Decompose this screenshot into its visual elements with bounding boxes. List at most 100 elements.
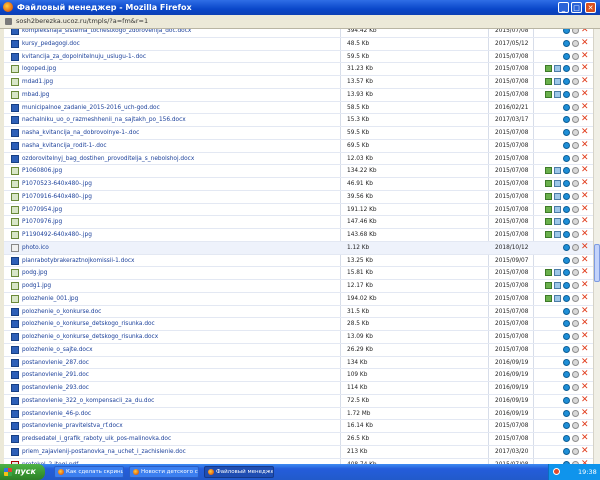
- info-icon[interactable]: [572, 103, 579, 111]
- delete-icon[interactable]: ✕: [581, 357, 589, 366]
- file-row[interactable]: P1070916-640x480-.jpg 39.56 Kb 2015/07/08 ✕: [4, 191, 593, 204]
- info-icon[interactable]: [572, 141, 579, 149]
- file-row[interactable]: polozhenie_001.jpg 194.02 Kb 2015/07/08 ✕: [4, 293, 593, 306]
- view-icon[interactable]: [563, 65, 570, 73]
- image-thumb-icon[interactable]: [554, 282, 561, 289]
- file-name-link[interactable]: postanovlenie_291.doc: [22, 371, 89, 380]
- info-icon[interactable]: [572, 29, 579, 34]
- delete-icon[interactable]: ✕: [581, 217, 589, 226]
- info-icon[interactable]: [572, 269, 579, 277]
- start-button[interactable]: пуск: [0, 464, 45, 480]
- file-row[interactable]: kursy_pedagogi.doc 48.5 Kb 2017/05/12 ✕: [4, 38, 593, 51]
- file-name-link[interactable]: postanovlenie_322_o_kompensacii_za_du.do…: [22, 397, 154, 406]
- image-thumb-icon[interactable]: [554, 167, 561, 175]
- image-thumb-icon[interactable]: [554, 231, 561, 238]
- info-icon[interactable]: [572, 307, 579, 315]
- file-name-link[interactable]: P1070523-640x480-.jpg: [22, 180, 92, 189]
- file-name-link[interactable]: polozhenie_o_sajte.docx: [22, 346, 93, 355]
- info-icon[interactable]: [572, 256, 579, 264]
- file-row[interactable]: postanovlenie_287.doc 134 Kb 2016/09/19 ✕: [4, 357, 593, 370]
- file-row[interactable]: ozdorovitelnyj_bag_dostihen_provoditelja…: [4, 153, 593, 166]
- info-icon[interactable]: [572, 218, 579, 226]
- info-icon[interactable]: [572, 422, 579, 430]
- image-resize-icon[interactable]: [545, 78, 552, 85]
- view-icon[interactable]: [563, 154, 570, 162]
- info-icon[interactable]: [572, 294, 579, 302]
- image-thumb-icon[interactable]: [554, 90, 561, 98]
- view-icon[interactable]: [563, 294, 570, 302]
- info-icon[interactable]: [572, 180, 579, 187]
- file-name-link[interactable]: ozdorovitelnyj_bag_dostihen_provoditelja…: [22, 155, 194, 164]
- delete-icon[interactable]: ✕: [581, 370, 589, 379]
- view-icon[interactable]: [563, 396, 570, 404]
- info-icon[interactable]: [572, 345, 579, 353]
- delete-icon[interactable]: ✕: [581, 128, 589, 137]
- info-icon[interactable]: [572, 320, 579, 328]
- view-icon[interactable]: [563, 141, 570, 149]
- delete-icon[interactable]: ✕: [581, 153, 589, 162]
- delete-icon[interactable]: ✕: [581, 408, 589, 417]
- file-row[interactable]: P1190492-640x480-.jpg 143.68 Kb 2015/07/08…: [4, 229, 593, 242]
- file-row[interactable]: postanovlenie_46-p.doc 1.72 Mb 2016/09/19 ✕: [4, 408, 593, 421]
- info-icon[interactable]: [572, 65, 579, 73]
- image-resize-icon[interactable]: [545, 192, 552, 200]
- delete-icon[interactable]: ✕: [581, 306, 589, 315]
- info-icon[interactable]: [572, 167, 579, 175]
- file-row[interactable]: logoped.jpg 31.23 Kb 2015/07/08 ✕: [4, 63, 593, 76]
- info-icon[interactable]: [572, 90, 579, 98]
- info-icon[interactable]: [572, 129, 579, 136]
- file-name-link[interactable]: podg1.jpg: [22, 282, 51, 291]
- file-row[interactable]: polozhenie_o_konkurse_detskogo_risunka.d…: [4, 331, 593, 344]
- view-icon[interactable]: [563, 307, 570, 315]
- info-icon[interactable]: [572, 396, 579, 404]
- file-row[interactable]: nasha_kvitancija_na_dobrovolnye-1-.doc 59…: [4, 127, 593, 140]
- image-resize-icon[interactable]: [545, 167, 552, 175]
- delete-icon[interactable]: ✕: [581, 179, 589, 188]
- file-row[interactable]: predsedatel_i_grafik_raboty_uik_pos-mali…: [4, 433, 593, 446]
- view-icon[interactable]: [563, 129, 570, 136]
- view-icon[interactable]: [563, 52, 570, 60]
- file-row[interactable]: P1060806.jpg 134.22 Kb 2015/07/08 ✕: [4, 165, 593, 178]
- delete-icon[interactable]: ✕: [581, 344, 589, 353]
- file-row[interactable]: P1070523-640x480-.jpg 46.91 Kb 2015/07/08 ✕: [4, 178, 593, 191]
- file-row[interactable]: priem_zajavlenij-postanovka_na_uchet_i_z…: [4, 446, 593, 459]
- file-name-link[interactable]: P1070976.jpg: [22, 218, 62, 227]
- file-name-link[interactable]: nachalniku_uo_o_razmeshhenii_na_sajtakh_…: [22, 116, 186, 125]
- delete-icon[interactable]: ✕: [581, 140, 589, 149]
- info-icon[interactable]: [572, 192, 579, 200]
- info-icon[interactable]: [572, 282, 579, 289]
- view-icon[interactable]: [563, 358, 570, 366]
- delete-icon[interactable]: ✕: [581, 332, 589, 341]
- delete-icon[interactable]: ✕: [581, 255, 589, 264]
- info-icon[interactable]: [572, 358, 579, 366]
- file-name-link[interactable]: polozhenie_o_konkurse_detskogo_risunka.d…: [22, 320, 155, 329]
- file-row[interactable]: polozhenie_o_konkurse_detskogo_risunka.d…: [4, 318, 593, 331]
- view-icon[interactable]: [563, 384, 570, 391]
- delete-icon[interactable]: ✕: [581, 29, 589, 35]
- view-icon[interactable]: [563, 409, 570, 417]
- delete-icon[interactable]: ✕: [581, 421, 589, 430]
- file-name-link[interactable]: P1070916-640x480-.jpg: [22, 193, 92, 202]
- delete-icon[interactable]: ✕: [581, 319, 589, 328]
- file-name-link[interactable]: postanovlenie_293.doc: [22, 384, 89, 393]
- delete-icon[interactable]: ✕: [581, 230, 589, 239]
- image-resize-icon[interactable]: [545, 205, 552, 213]
- antivirus-tray-icon[interactable]: [553, 468, 560, 475]
- image-resize-icon[interactable]: [545, 65, 552, 73]
- image-resize-icon[interactable]: [545, 231, 552, 238]
- file-name-link[interactable]: predsedatel_i_grafik_raboty_uik_pos-mali…: [22, 435, 171, 444]
- image-thumb-icon[interactable]: [554, 218, 561, 226]
- file-row[interactable]: postanovlenie_291.doc 109 Kb 2016/09/19 ✕: [4, 369, 593, 382]
- image-resize-icon[interactable]: [545, 269, 552, 277]
- file-name-link[interactable]: kompleksnaja_sistema_tochestkogo_zdorove…: [22, 29, 191, 36]
- view-icon[interactable]: [563, 78, 570, 85]
- info-icon[interactable]: [572, 78, 579, 85]
- file-name-link[interactable]: postanovlenie_287.doc: [22, 359, 89, 368]
- info-icon[interactable]: [572, 52, 579, 60]
- image-resize-icon[interactable]: [545, 180, 552, 187]
- minimize-button[interactable]: _: [558, 2, 569, 13]
- file-name-link[interactable]: polozhenie_o_konkurse_detskogo_risunka.d…: [22, 333, 158, 342]
- file-name-link[interactable]: municipalnoe_zadanie_2015-2016_uch-god.d…: [22, 104, 160, 113]
- image-thumb-icon[interactable]: [554, 205, 561, 213]
- view-icon[interactable]: [563, 103, 570, 111]
